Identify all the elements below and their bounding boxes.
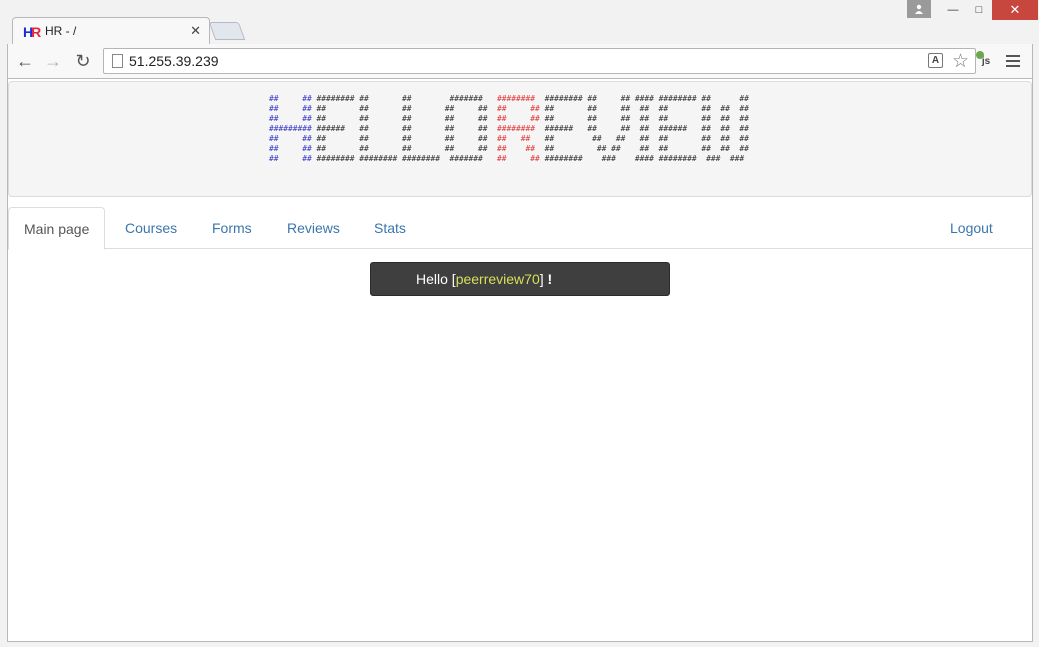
ascii-segment: ## ## ## ## ##	[311, 134, 498, 143]
ascii-segment: ## ##	[497, 154, 540, 163]
page-icon	[112, 54, 123, 68]
ascii-segment: ## ## ## ## ## ## ## ##	[530, 134, 749, 143]
ascii-segment: ###### ## ## ## ##	[311, 124, 498, 133]
favicon-letter-h: H	[23, 24, 32, 40]
window-titlebar: — □ ✕ HR HR - / ✕	[0, 0, 1039, 45]
forward-arrow-icon[interactable]: →	[42, 50, 64, 72]
ascii-segment: ## ##	[497, 134, 531, 143]
ascii-segment: ######## ######## ######## #######	[311, 154, 498, 163]
tab-title: HR - /	[45, 24, 77, 38]
profile-icon[interactable]	[907, 0, 931, 18]
greeting-banner: Hello [peerreview70] !	[370, 262, 670, 296]
ascii-segment: ######## ## ## #######	[311, 94, 498, 103]
new-tab-button[interactable]	[208, 22, 246, 40]
favicon-letter-r: R	[31, 24, 40, 40]
ascii-segment: ## ## ## ## ##	[311, 114, 498, 123]
tab-forms[interactable]: Forms	[197, 207, 267, 249]
logout-link[interactable]: Logout	[935, 207, 1008, 249]
ascii-segment: ## ##	[269, 104, 312, 113]
bookmark-star-icon[interactable]: ☆	[952, 50, 969, 73]
ascii-segment: ## ##	[269, 94, 312, 103]
ascii-art-logo: ## ## ######## ## ## ####### ######## ##…	[269, 94, 749, 164]
ascii-segment: ###### ## ## ## ###### ## ## ##	[535, 124, 749, 133]
minimize-button[interactable]: —	[940, 0, 966, 20]
extension-dot	[976, 51, 984, 59]
back-arrow-icon[interactable]: ←	[14, 50, 36, 72]
ascii-segment: ## ##	[497, 144, 536, 153]
tab-main-page[interactable]: Main page	[8, 207, 106, 250]
tab-close-icon[interactable]: ✕	[190, 23, 201, 39]
ascii-line: ## ## ## ## ## ## ## ## ## ## ## ## ## #…	[269, 134, 749, 144]
ascii-line: ## ## ######## ######## ######## #######…	[269, 154, 749, 164]
ascii-segment: ## ## ## ## ##	[311, 144, 498, 153]
greeting-prefix: Hello [	[416, 271, 456, 287]
tab-stats[interactable]: Stats	[359, 207, 421, 249]
translate-icon[interactable]: A	[928, 53, 943, 68]
browser-toolbar: ← → ↻ 51.255.39.239 A ☆ js	[7, 44, 1033, 78]
tab-reviews[interactable]: Reviews	[272, 207, 355, 249]
greeting-bang: !	[543, 271, 553, 287]
ascii-segment: ## ##	[269, 154, 312, 163]
ascii-segment: ########	[497, 94, 536, 103]
username: peerreview70	[455, 271, 540, 287]
ascii-segment: ######## ## ## #### ######## ## ##	[535, 94, 749, 103]
ascii-segment: ######## ### #### ######## ### ###	[539, 154, 745, 163]
ascii-segment: ## ##	[497, 114, 540, 123]
window-close-button[interactable]: ✕	[992, 0, 1038, 20]
ascii-line: ## ## ## ## ## ## ## ## ## ## ## ## ## #…	[269, 104, 749, 114]
ascii-segment: ## ##	[497, 104, 540, 113]
ascii-segment: ## ## ## ## ##	[311, 104, 498, 113]
extension-icon[interactable]: js	[976, 51, 996, 71]
page-viewport: ## ## ######## ## ## ####### ######## ##…	[7, 78, 1033, 642]
address-bar[interactable]: 51.255.39.239 A ☆	[103, 48, 976, 74]
reload-icon[interactable]: ↻	[72, 50, 94, 72]
url-text[interactable]: 51.255.39.239	[129, 53, 219, 69]
main-nav: Main page Courses Forms Reviews Stats Lo…	[8, 207, 1032, 250]
menu-icon[interactable]	[1006, 52, 1020, 68]
ascii-line: ######### ###### ## ## ## ## ######## ##…	[269, 124, 749, 134]
ascii-line: ## ## ######## ## ## ####### ######## ##…	[269, 94, 749, 104]
ascii-segment: ## ## ## ## ## ## ## ##	[539, 114, 749, 123]
ascii-segment: ########	[497, 124, 536, 133]
ascii-segment: ## ##	[269, 114, 312, 123]
ascii-segment: ## ## ## ## ## ## ## ##	[539, 104, 749, 113]
ascii-segment: ## ##	[269, 134, 312, 143]
ascii-segment: ## ## ## ## ## ## ## ##	[535, 144, 749, 153]
ascii-banner: ## ## ######## ## ## ####### ######## ##…	[8, 81, 1032, 197]
maximize-button[interactable]: □	[966, 0, 992, 20]
tab-courses[interactable]: Courses	[110, 207, 192, 249]
ascii-segment: #########	[269, 124, 312, 133]
browser-tab[interactable]: HR HR - / ✕	[12, 17, 210, 45]
ascii-line: ## ## ## ## ## ## ## ## ## ## ## ## ## #…	[269, 144, 749, 154]
ascii-line: ## ## ## ## ## ## ## ## ## ## ## ## ## #…	[269, 114, 749, 124]
ascii-segment: ## ##	[269, 144, 312, 153]
favicon-icon: HR	[23, 24, 41, 40]
